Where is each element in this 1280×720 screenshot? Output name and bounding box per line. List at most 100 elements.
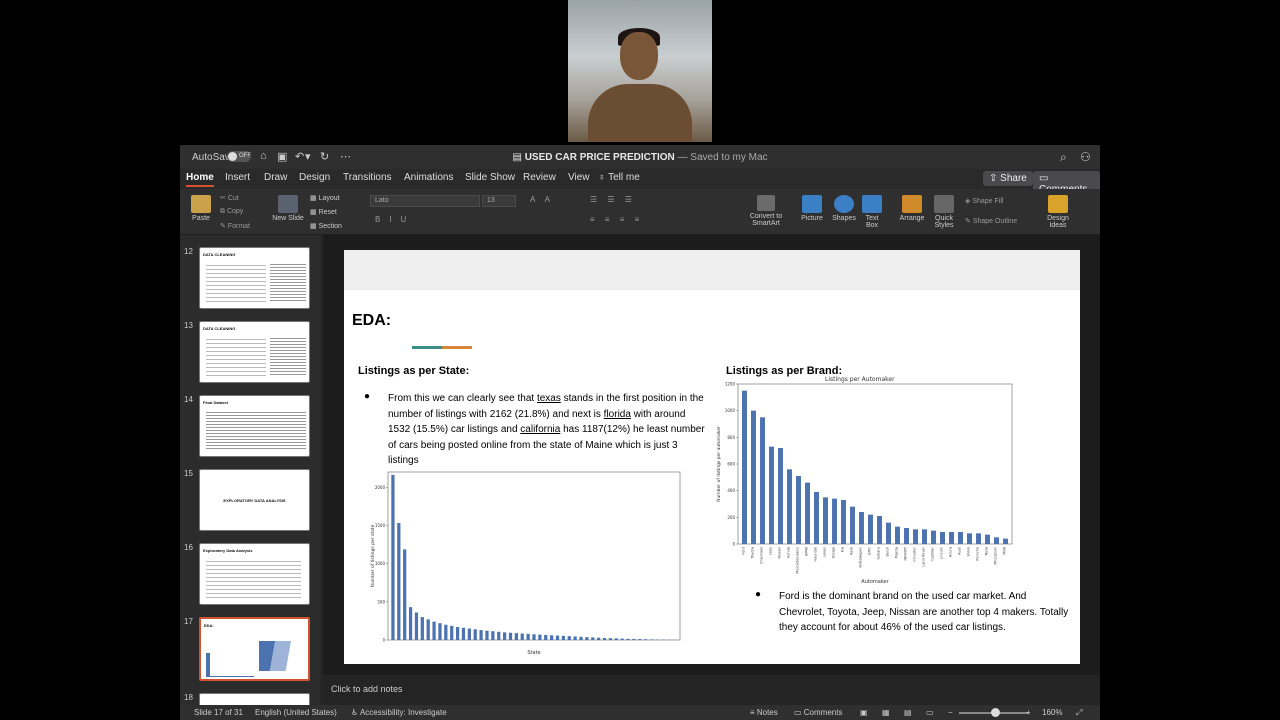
- chart-bar: [769, 446, 774, 544]
- notes-pane[interactable]: Click to add notes: [323, 675, 1100, 705]
- state-listings-chart[interactable]: 0 500 1000 1500 2000 State Number of listings …: [366, 468, 686, 658]
- slide-show-icon[interactable]: ▭: [926, 708, 934, 717]
- zoom-in-icon[interactable]: +: [1026, 708, 1031, 717]
- section-button[interactable]: ▦ Section: [310, 222, 342, 230]
- slide-thumbnail-15[interactable]: EXPLORATORY DATA ANALYSIS: [199, 469, 310, 531]
- current-slide[interactable]: EDA: Listings as per State: Listings as …: [344, 250, 1080, 664]
- text-box-label: Text Box: [865, 215, 879, 229]
- format-label: Format: [227, 223, 250, 230]
- chart-frame: [387, 471, 681, 641]
- tab-transitions[interactable]: Transitions: [343, 172, 392, 183]
- slide-sorter-icon[interactable]: ▦: [882, 708, 890, 717]
- shapes-button[interactable]: Shapes: [831, 195, 857, 222]
- x-tick-label: Dodge: [832, 547, 836, 558]
- list-icons-row[interactable]: ☰ ☰ ☰: [590, 195, 636, 204]
- brush-icon: ✎: [220, 223, 228, 230]
- paste-label: Paste: [192, 215, 210, 222]
- search-icon[interactable]: ⌕: [1060, 150, 1067, 165]
- left-bullet-text[interactable]: From this we can clearly see that texas …: [388, 391, 708, 469]
- automaker-listings-chart[interactable]: 0 200 400 600 800 1000 1200 Ford Toyota Chevrolet…: [716, 372, 1026, 587]
- arrange-button[interactable]: Arrange: [898, 195, 926, 222]
- chart-bar: [491, 631, 495, 640]
- paste-icon: [191, 195, 211, 213]
- x-tick-label: Lexus: [823, 547, 827, 557]
- language-indicator[interactable]: English (United States): [255, 708, 337, 717]
- normal-view-icon[interactable]: ▣: [860, 708, 868, 717]
- font-size-select[interactable]: 13: [482, 195, 516, 207]
- slide-thumbnail-12[interactable]: DATA CLEANING: [199, 247, 310, 309]
- fit-slide-icon[interactable]: ⤢: [1076, 708, 1082, 718]
- convert-label: Convert to SmartArt: [749, 213, 783, 227]
- x-tick-label: Toyota: [751, 547, 755, 559]
- convert-smartart-button[interactable]: Convert to SmartArt: [748, 195, 784, 227]
- shape-outline-button[interactable]: ✎ Shape Outline: [965, 217, 1017, 225]
- reset-button[interactable]: ▦ Reset: [310, 208, 337, 216]
- text-box-button[interactable]: Text Box: [861, 195, 883, 229]
- tab-home[interactable]: Home: [186, 172, 214, 187]
- x-tick-label: Chrysler: [913, 546, 917, 561]
- chart-bar: [479, 630, 483, 640]
- slide-thumbnail-13[interactable]: DATA CLEANING: [199, 321, 310, 383]
- slide-thumbnail-14[interactable]: Final Dataset: [199, 395, 310, 457]
- ribbon-tabs: Home Insert Draw Design Transitions Anim…: [180, 169, 1100, 197]
- cut-button[interactable]: ✂ Cut: [220, 194, 239, 202]
- y-tick-label: 1000: [375, 561, 386, 566]
- tab-animations[interactable]: Animations: [404, 172, 453, 183]
- right-bullet-text[interactable]: Ford is the dominant brand on the used c…: [779, 589, 1069, 636]
- design-ideas-button[interactable]: Design Ideas: [1044, 195, 1072, 229]
- font-size-arrows-icon[interactable]: A A: [530, 195, 554, 204]
- format-icons-row[interactable]: BIU: [375, 215, 415, 224]
- slide-thumbnail-18[interactable]: [199, 693, 310, 705]
- notes-toggle[interactable]: ≡ Notes: [750, 708, 778, 717]
- format-painter-button[interactable]: ✎ Format: [220, 222, 250, 230]
- chart-bar: [473, 629, 477, 640]
- zoom-slider-thumb[interactable]: [991, 708, 1000, 717]
- slide-counter: Slide 17 of 31: [194, 708, 243, 717]
- reading-view-icon[interactable]: ▤: [904, 708, 912, 717]
- tab-insert[interactable]: Insert: [225, 172, 250, 183]
- chart-bar: [414, 612, 419, 640]
- slide-thumbnail-17[interactable]: EDA:: [199, 617, 310, 681]
- reset-icon: ▦: [310, 209, 319, 216]
- share-people-icon[interactable]: ⚇: [1080, 150, 1091, 164]
- tab-view[interactable]: View: [568, 172, 590, 183]
- y-tick-label: 0: [382, 638, 385, 643]
- y-tick-label: 500: [377, 599, 385, 604]
- picture-button[interactable]: Picture: [799, 195, 825, 222]
- chart-bar: [555, 635, 560, 640]
- comments-toggle[interactable]: ▭ Comments: [794, 708, 842, 717]
- title-accent-line: [412, 346, 472, 349]
- accessibility-label: Accessibility: Investigate: [359, 708, 447, 717]
- tab-slide-show[interactable]: Slide Show: [465, 172, 515, 183]
- notes-placeholder: Click to add notes: [331, 684, 403, 694]
- share-button[interactable]: ⇪ Share: [983, 171, 1033, 186]
- comment-icon: ▭: [1039, 173, 1049, 184]
- x-tick-label: GMC: [868, 546, 872, 555]
- shape-fill-button[interactable]: ◈ Shape Fill: [965, 197, 1003, 205]
- chart-bar: [602, 637, 607, 640]
- lightbulb-icon: ♁: [598, 172, 609, 183]
- chart-bar: [649, 639, 654, 640]
- new-slide-button[interactable]: New Slide: [272, 195, 304, 222]
- layout-button[interactable]: ▦ Layout: [310, 194, 340, 202]
- font-name-select[interactable]: Lato: [370, 195, 480, 207]
- copy-button[interactable]: ⧉ Copy: [220, 208, 243, 216]
- accessibility-status[interactable]: ♿ Accessibility: Investigate: [351, 708, 447, 717]
- zoom-out-icon[interactable]: −: [948, 708, 953, 717]
- chart-bar: [751, 410, 756, 544]
- copy-label: Copy: [226, 208, 244, 215]
- slide-thumbnail-16[interactable]: Exploratory Data Analysis: [199, 543, 310, 605]
- quick-styles-button[interactable]: Quick Styles: [930, 195, 958, 229]
- chart-bar: [497, 631, 501, 640]
- paste-button[interactable]: Paste: [188, 195, 214, 222]
- thumb-number: 15: [184, 469, 193, 478]
- align-icons-row[interactable]: ≡ ≡ ≡ ≡: [590, 215, 643, 224]
- thumbnail-text-lines: [206, 336, 266, 376]
- tab-review[interactable]: Review: [523, 172, 556, 183]
- left-heading[interactable]: Listings as per State:: [358, 365, 469, 377]
- tab-design[interactable]: Design: [299, 172, 330, 183]
- slide-title[interactable]: EDA:: [352, 312, 391, 330]
- tab-draw[interactable]: Draw: [264, 172, 287, 183]
- zoom-level[interactable]: 160%: [1042, 708, 1062, 717]
- tab-tell-me[interactable]: ♁ Tell me: [598, 172, 640, 183]
